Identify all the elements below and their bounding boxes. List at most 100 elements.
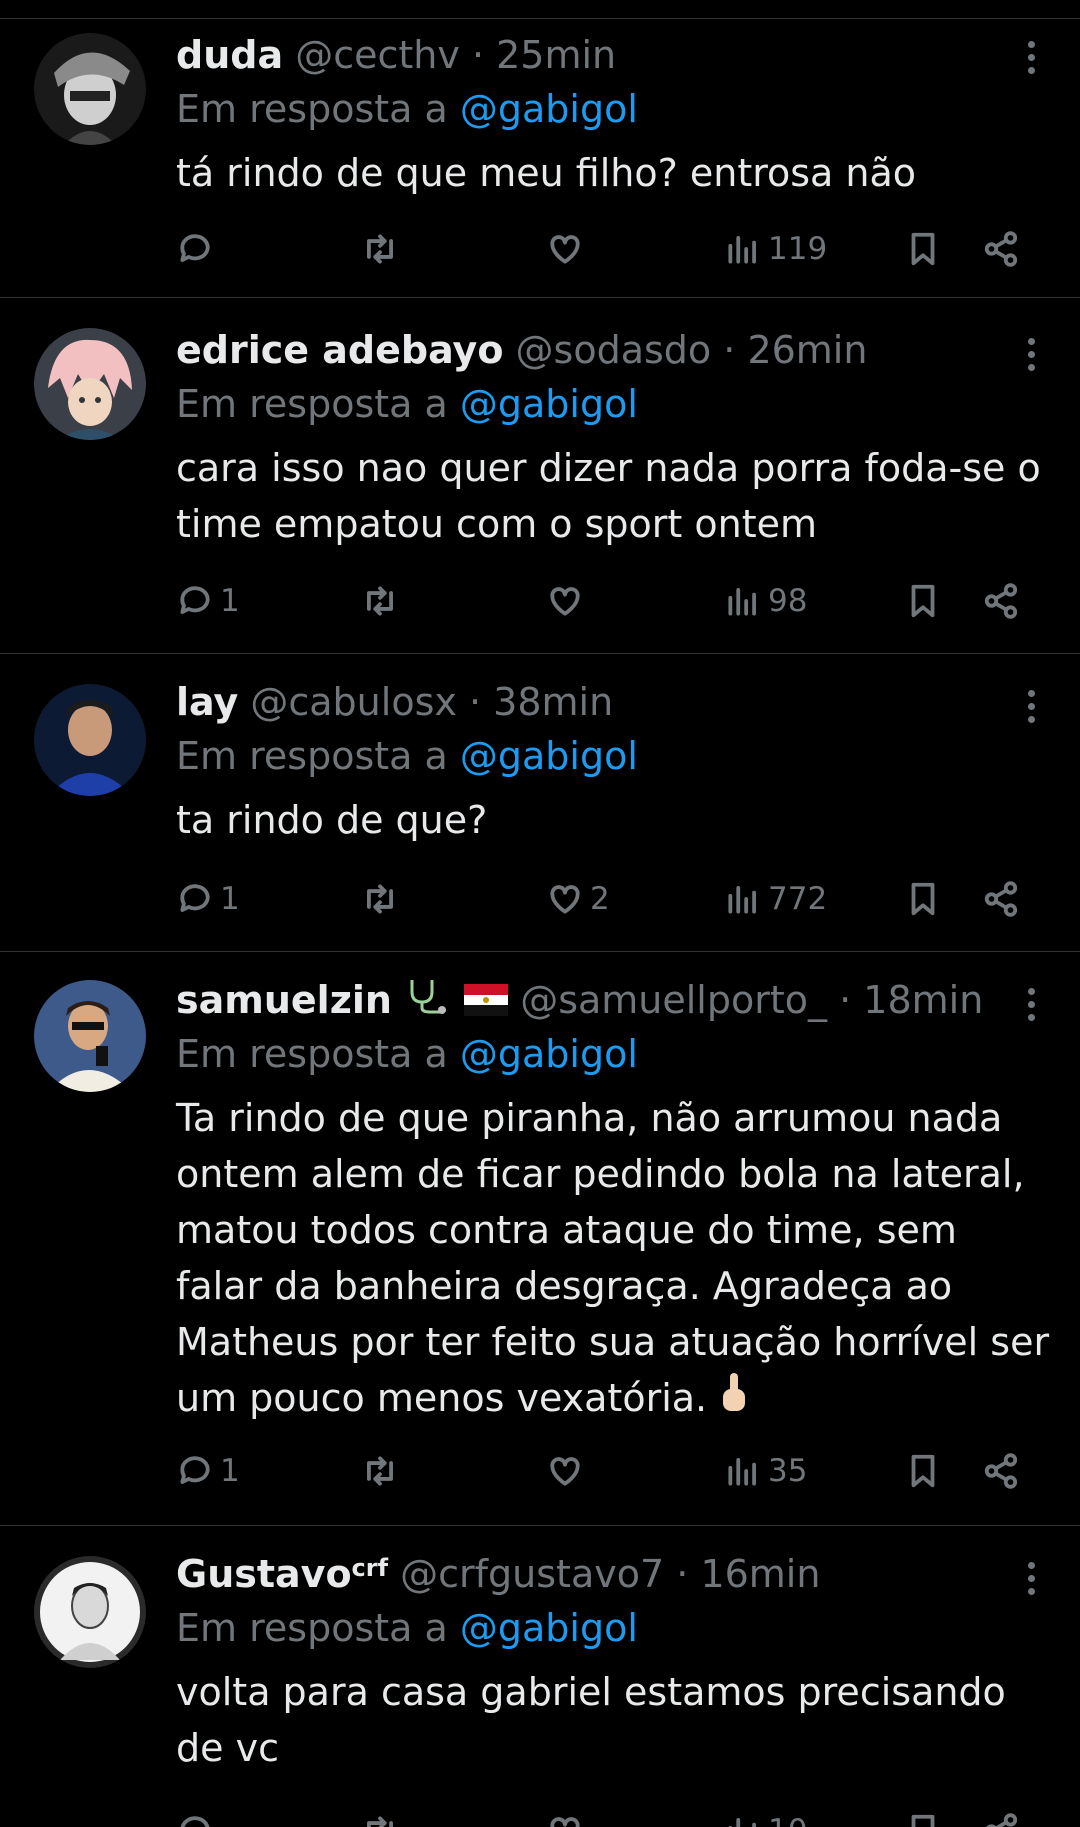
reply-button[interactable]: 1 (176, 1446, 240, 1496)
views-icon (728, 1458, 756, 1486)
share-icon (984, 881, 1018, 917)
avatar[interactable] (34, 328, 146, 440)
reply-context: Em resposta a @gabigol (176, 1026, 1050, 1082)
retweet-button[interactable] (361, 1446, 405, 1496)
like-button[interactable] (546, 1446, 590, 1496)
share-icon (984, 231, 1018, 267)
share-icon (984, 583, 1018, 619)
reply-icon (180, 884, 210, 912)
tweet[interactable]: lay @cabulosx · 38min Em resposta a @gab… (0, 654, 1080, 952)
tweet[interactable]: Gustavocrf @crfgustavo7 · 16min Em respo… (0, 1526, 1080, 1827)
heart-icon (550, 1817, 580, 1827)
bookmark-button[interactable] (904, 1806, 942, 1827)
egypt-flag-icon (464, 977, 509, 1027)
retweet-icon (367, 1816, 393, 1827)
timestamp[interactable]: 26min (747, 328, 867, 372)
views-icon (728, 588, 756, 616)
share-button[interactable] (982, 224, 1020, 274)
tweet-text: ta rindo de que? (176, 798, 488, 842)
action-bar: 1 35 (176, 1446, 1050, 1496)
more-options-icon[interactable] (1028, 338, 1036, 377)
mention-link[interactable]: @gabigol (460, 382, 638, 426)
like-button[interactable]: 2 (546, 874, 610, 924)
timestamp[interactable]: 16min (700, 1552, 820, 1596)
more-options-icon[interactable] (1028, 690, 1036, 729)
display-name[interactable]: samuelzin (176, 978, 392, 1022)
share-button[interactable] (982, 1446, 1020, 1496)
tweet-header: samuelzin @samuellporto_ · 18min (176, 974, 1050, 1026)
retweet-icon (367, 586, 393, 616)
retweet-button[interactable] (361, 874, 405, 924)
mention-link[interactable]: @gabigol (460, 87, 638, 131)
bookmark-icon (911, 882, 935, 916)
reply-button[interactable]: 1 (176, 576, 240, 626)
more-options-icon[interactable] (1028, 1562, 1036, 1601)
reply-button[interactable] (176, 1806, 214, 1827)
tweet-header: lay @cabulosx · 38min (176, 676, 1050, 728)
views-button[interactable]: 772 (724, 874, 827, 924)
views-icon (728, 886, 756, 914)
tweet-text: Ta rindo de que piranha, não arrumou nad… (176, 1096, 1050, 1420)
user-handle[interactable]: @samuellporto_ (520, 978, 827, 1022)
share-button[interactable] (982, 576, 1020, 626)
separator-dot: · (723, 328, 736, 372)
reply-context: Em resposta a @gabigol (176, 81, 1050, 137)
mention-link[interactable]: @gabigol (460, 1606, 638, 1650)
like-button[interactable] (546, 1806, 584, 1827)
tweet[interactable]: duda @cecthv · 25min Em resposta a @gabi… (0, 18, 1080, 298)
more-options-icon[interactable] (1028, 41, 1036, 80)
mention-link[interactable]: @gabigol (460, 1032, 638, 1076)
views-button[interactable]: 35 (724, 1446, 807, 1496)
retweet-button[interactable] (361, 1806, 399, 1827)
display-name[interactable]: edrice adebayo (176, 328, 503, 372)
user-handle[interactable]: @cecthv (295, 33, 460, 77)
like-button[interactable] (546, 576, 590, 626)
middle-finger-emoji-icon (719, 1371, 749, 1430)
reply-count: 1 (220, 1453, 240, 1489)
bookmark-icon (911, 1454, 935, 1488)
views-button[interactable]: 119 (724, 224, 827, 274)
bookmark-icon (911, 584, 935, 618)
avatar[interactable] (34, 33, 146, 145)
avatar[interactable] (34, 980, 146, 1092)
avatar[interactable] (34, 1556, 146, 1668)
share-button[interactable] (982, 1806, 1020, 1827)
bookmark-button[interactable] (904, 224, 942, 274)
tweet[interactable]: samuelzin @samuellporto_ · 18min Em resp… (0, 952, 1080, 1526)
reply-button[interactable]: 1 (176, 874, 240, 924)
display-name[interactable]: lay (176, 680, 238, 724)
timestamp[interactable]: 25min (496, 33, 616, 77)
share-icon (984, 1453, 1018, 1489)
display-name[interactable]: duda (176, 33, 283, 77)
stethoscope-icon (404, 976, 452, 1026)
views-icon (728, 1818, 756, 1827)
retweet-button[interactable] (361, 224, 405, 274)
more-options-icon[interactable] (1028, 988, 1036, 1027)
timestamp[interactable]: 18min (863, 978, 983, 1022)
share-icon (986, 1813, 1018, 1827)
user-handle[interactable]: @cabulosx (250, 680, 456, 724)
reply-prefix: Em resposta a (176, 87, 448, 131)
user-handle[interactable]: @crfgustavo7 (400, 1552, 664, 1596)
separator-dot: · (676, 1552, 689, 1596)
bookmark-button[interactable] (904, 874, 942, 924)
mention-link[interactable]: @gabigol (460, 734, 638, 778)
bookmark-button[interactable] (904, 576, 942, 626)
tweet-header: edrice adebayo @sodasdo · 26min (176, 324, 1050, 376)
tweet[interactable]: edrice adebayo @sodasdo · 26min Em respo… (0, 298, 1080, 654)
display-name[interactable]: Gustavo (176, 1552, 352, 1596)
reply-button[interactable] (176, 224, 220, 274)
user-handle[interactable]: @sodasdo (516, 328, 712, 372)
views-button[interactable]: 10 (724, 1806, 807, 1827)
share-button[interactable] (982, 874, 1020, 924)
timestamp[interactable]: 38min (493, 680, 613, 724)
retweet-button[interactable] (361, 576, 405, 626)
bookmark-button[interactable] (904, 1446, 942, 1496)
like-count: 2 (590, 881, 610, 917)
tweet-text: tá rindo de que meu filho? entrosa não (176, 151, 917, 195)
views-button[interactable]: 98 (724, 576, 807, 626)
avatar[interactable] (34, 684, 146, 796)
like-button[interactable] (546, 224, 590, 274)
reply-context: Em resposta a @gabigol (176, 376, 1050, 432)
retweet-icon (367, 1456, 393, 1486)
